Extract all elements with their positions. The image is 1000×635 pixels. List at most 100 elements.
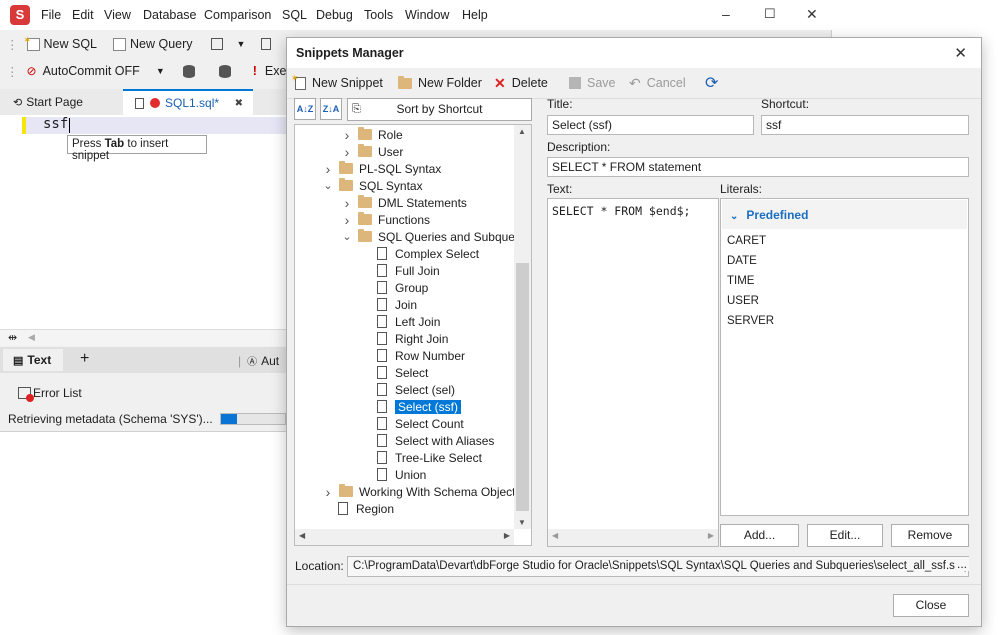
tree-node[interactable]: Tree-Like Select — [377, 449, 482, 466]
add-tab-button[interactable]: + — [80, 350, 89, 368]
maximize-icon[interactable]: ☐ — [764, 6, 776, 22]
tree-node[interactable]: Row Number — [377, 347, 465, 364]
sort-za-icon[interactable]: Z↓A — [320, 98, 342, 120]
tree-node[interactable]: ⌄ SQL Syntax — [323, 177, 423, 194]
chevron-right-icon[interactable]: › — [342, 195, 352, 211]
tab-autocomplete[interactable]: | Ⓐ Aut — [238, 353, 279, 369]
tree-node[interactable]: › PL-SQL Syntax — [323, 160, 442, 177]
tree-node[interactable]: Union — [377, 466, 426, 483]
close-button[interactable]: Close — [893, 594, 969, 617]
title-input[interactable]: Select (ssf) — [547, 115, 754, 135]
menu-view[interactable]: View — [104, 8, 131, 22]
remove-literal-button[interactable]: Remove — [891, 524, 969, 547]
close-window-icon[interactable]: ✕ — [806, 6, 818, 23]
tab-sql1[interactable]: SQL1.sql* ✖ — [123, 89, 253, 115]
cancel-button[interactable]: ↶ Cancel — [629, 72, 686, 94]
tree-node[interactable]: › User — [342, 143, 404, 160]
tree-node[interactable]: Select — [377, 364, 428, 381]
snippet-text-area[interactable]: SELECT * FROM $end$; — [547, 198, 719, 547]
literals-list[interactable]: ⌄ Predefined CARET DATE TIME USER SERVER — [720, 198, 969, 516]
new-snippet-button[interactable]: ✶ New Snippet — [291, 72, 383, 94]
database-icon[interactable] — [218, 64, 231, 78]
new-folder-button[interactable]: New Folder — [398, 72, 482, 94]
menu-comparison[interactable]: Comparison — [204, 8, 271, 22]
sort-az-icon[interactable]: A↓Z — [294, 98, 316, 120]
text-horizontal-scrollbar[interactable]: ◀ ▶ — [548, 529, 718, 546]
tree-node-label: Group — [395, 280, 429, 295]
chevron-right-icon[interactable]: › — [342, 127, 352, 143]
tree-node[interactable]: Select with Aliases — [377, 432, 494, 449]
chevron-down-icon[interactable]: ⌄ — [323, 179, 333, 192]
tree-node[interactable]: Full Join — [377, 262, 440, 279]
dialog-close-icon[interactable]: ✕ — [954, 44, 967, 62]
tree-node[interactable]: › Working With Schema Objects — [323, 483, 522, 500]
tree-node[interactable]: Complex Select — [377, 245, 479, 262]
tree-node[interactable]: ⌄ SQL Queries and Subqueries — [342, 228, 531, 245]
delete-button[interactable]: ✕ Delete — [494, 72, 548, 94]
new-query-button[interactable]: New Query — [113, 37, 193, 51]
sort-by-shortcut-button[interactable]: ⎘ Sort by Shortcut — [347, 98, 532, 121]
chevron-down-icon[interactable]: ⌄ — [342, 230, 352, 243]
dialog-title: Snippets Manager — [287, 38, 981, 68]
tree-node[interactable]: Select Count — [377, 415, 464, 432]
new-sql-button[interactable]: ✶ New SQL — [24, 35, 98, 52]
literal-item[interactable]: TIME — [727, 275, 754, 287]
new-object-icon[interactable] — [210, 38, 223, 50]
menu-debug[interactable]: Debug — [316, 8, 353, 22]
tab-text[interactable]: ▤ Text — [3, 349, 63, 371]
new-query-icon — [113, 37, 126, 51]
tree-node[interactable]: Select (sel) — [377, 381, 455, 398]
close-tab-icon[interactable]: ✖ — [235, 98, 243, 109]
chevron-right-icon[interactable]: › — [323, 161, 333, 177]
edit-literal-button[interactable]: Edit... — [807, 524, 883, 547]
refresh-icon[interactable]: ⟳ — [705, 72, 718, 94]
chevron-right-icon[interactable]: › — [342, 212, 352, 228]
chevron-right-icon[interactable]: › — [342, 144, 352, 160]
tree-node[interactable]: Join — [377, 296, 417, 313]
browse-location-button[interactable]: ... — [955, 557, 970, 571]
editor-text[interactable]: ssf — [43, 116, 68, 132]
error-list-button[interactable]: Error List — [0, 380, 286, 405]
literal-item[interactable]: DATE — [727, 255, 757, 267]
literal-item[interactable]: SERVER — [727, 315, 774, 327]
menu-database[interactable]: Database — [143, 8, 197, 22]
add-literal-button[interactable]: Add... — [720, 524, 799, 547]
open-icon[interactable] — [261, 38, 272, 50]
predefined-group-header[interactable]: ⌄ Predefined — [722, 200, 967, 229]
literal-item[interactable]: USER — [727, 295, 759, 307]
description-input[interactable]: SELECT * FROM statement — [547, 157, 969, 177]
tree-node[interactable]: Region — [338, 500, 394, 517]
literal-item[interactable]: CARET — [727, 235, 766, 247]
connection-icon[interactable] — [182, 64, 195, 78]
menu-file[interactable]: File — [41, 8, 61, 22]
minimize-icon[interactable]: – — [722, 6, 730, 22]
chevron-right-icon[interactable]: › — [323, 484, 333, 500]
tree-node[interactable]: › Role — [342, 126, 403, 143]
menu-edit[interactable]: Edit — [72, 8, 94, 22]
tree-node[interactable]: Group — [377, 279, 428, 296]
menu-help[interactable]: Help — [462, 8, 488, 22]
menu-tools[interactable]: Tools — [364, 8, 393, 22]
tree-node[interactable]: › DML Statements — [342, 194, 467, 211]
autocommit-button[interactable]: ⊘ AutoCommit OFF ▼ — [27, 64, 165, 78]
menu-sql[interactable]: SQL — [282, 8, 307, 22]
tree-horizontal-scrollbar[interactable]: ◀ ▶ — [295, 529, 514, 545]
split-icon[interactable]: ⇹ — [8, 331, 17, 344]
description-label: Description: — [547, 140, 611, 154]
dropdown-arrow-icon[interactable]: ▼ — [237, 39, 246, 49]
tree-node[interactable]: Select (ssf) — [377, 398, 462, 415]
shortcut-input[interactable]: ssf — [761, 115, 969, 135]
location-path: C:\ProgramData\Devart\dbForge Studio for… — [347, 556, 969, 577]
editor-horizontal-scrollbar[interactable]: ⇹ ◀ — [0, 329, 286, 346]
menu-window[interactable]: Window — [405, 8, 449, 22]
tree-node-label: Role — [378, 127, 403, 142]
tree-node[interactable]: Left Join — [377, 313, 440, 330]
snippet-tree[interactable]: › Role › User › PL-SQL Syntax ⌄ SQL Syntax › DML … — [294, 124, 532, 546]
tree-node[interactable]: › Functions — [342, 211, 430, 228]
tree-scroll-thumb[interactable] — [516, 263, 529, 511]
tab-start-page[interactable]: ⟲ Start Page — [13, 89, 83, 115]
tree-node[interactable]: Right Join — [377, 330, 448, 347]
save-button[interactable]: Save — [569, 72, 616, 94]
tree-node-label: Region — [356, 501, 395, 516]
scroll-left-icon[interactable]: ◀ — [28, 332, 35, 343]
